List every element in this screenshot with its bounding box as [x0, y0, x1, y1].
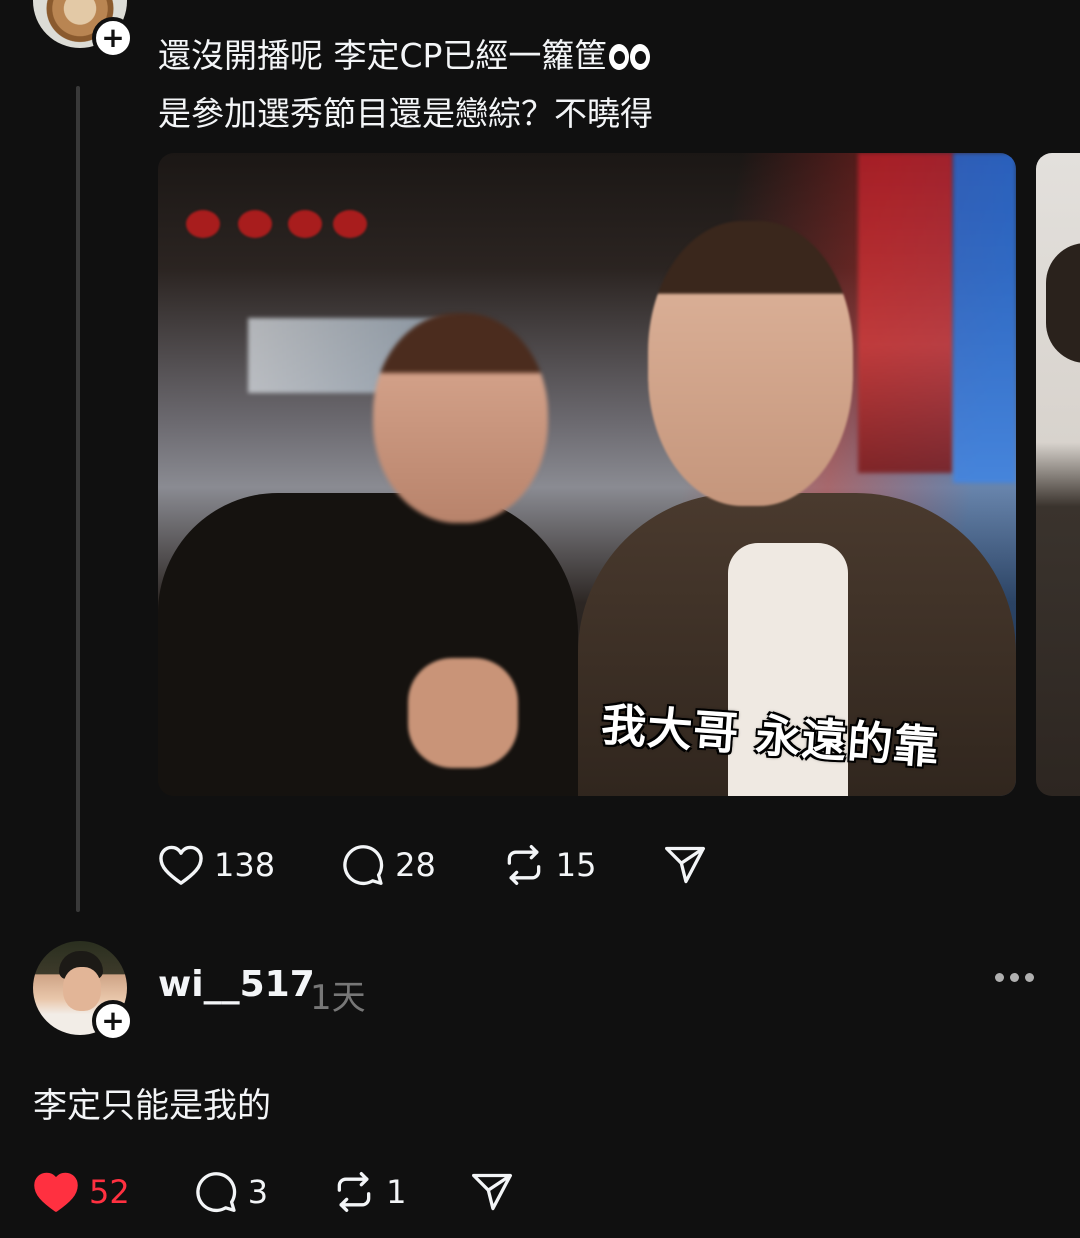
- share-icon: [664, 846, 705, 884]
- reply-timestamp: 1天: [310, 978, 366, 1018]
- repost-button[interactable]: 1: [332, 1170, 406, 1214]
- like-button[interactable]: 138: [158, 844, 275, 886]
- share-icon: [472, 1173, 513, 1211]
- repost-count: 15: [555, 846, 597, 884]
- reply-text: 李定只能是我的: [33, 1086, 271, 1126]
- repost-button[interactable]: 15: [502, 843, 597, 887]
- post-text-line-1: 還沒開播呢 李定CP已經一籮筐: [158, 28, 1038, 86]
- peek-person: [1046, 243, 1080, 363]
- eyes-emoji-icon: [609, 31, 651, 86]
- post-text-span: 還沒開播呢 李定CP已經一籮筐: [158, 36, 608, 75]
- thumbs-up-hand: [408, 658, 518, 768]
- threads-feed: + 還沒開播呢 李定CP已經一籮筐 是參加選秀節目還是戀綜？不曉得 我大哥 永遠…: [0, 0, 1080, 1238]
- like-button[interactable]: 52: [33, 1171, 130, 1213]
- follow-plus-icon[interactable]: +: [92, 1000, 134, 1042]
- like-count: 52: [89, 1173, 130, 1211]
- background-sign-blue: [953, 153, 1016, 483]
- follow-plus-icon[interactable]: +: [92, 17, 134, 59]
- comment-button[interactable]: 28: [341, 843, 436, 887]
- avatar-face: [63, 967, 101, 1011]
- background-sign-red: [858, 153, 953, 473]
- thread-line: [76, 86, 80, 912]
- repost-icon: [337, 1172, 371, 1212]
- comment-icon: [343, 845, 384, 886]
- person-left: [158, 493, 578, 796]
- share-button[interactable]: [470, 1170, 514, 1214]
- post-text-line-2: 是參加選秀節目還是戀綜？不曉得: [158, 94, 653, 133]
- heart-icon: [159, 845, 203, 885]
- post-image[interactable]: 我大哥 永遠的靠: [158, 153, 1016, 796]
- reply-actions: 52 3 1: [33, 1170, 514, 1214]
- post-actions: 138 28 15: [158, 843, 707, 887]
- like-count: 138: [214, 846, 276, 884]
- post-body: 還沒開播呢 李定CP已經一籮筐 是參加選秀節目還是戀綜？不曉得: [158, 28, 1038, 141]
- heart-filled-icon: [34, 1172, 78, 1212]
- comment-icon: [195, 1172, 236, 1213]
- repost-icon: [507, 845, 541, 885]
- share-button[interactable]: [663, 843, 707, 887]
- person-right-head: [648, 221, 853, 506]
- more-options-icon[interactable]: [995, 973, 1034, 982]
- person-left-head: [373, 313, 548, 523]
- comment-count: 28: [395, 846, 436, 884]
- next-image-preview[interactable]: [1036, 153, 1080, 796]
- comment-count: 3: [247, 1173, 269, 1211]
- reply-username[interactable]: wi__517: [158, 964, 315, 1005]
- comment-button[interactable]: 3: [194, 1170, 268, 1214]
- repost-count: 1: [386, 1173, 407, 1211]
